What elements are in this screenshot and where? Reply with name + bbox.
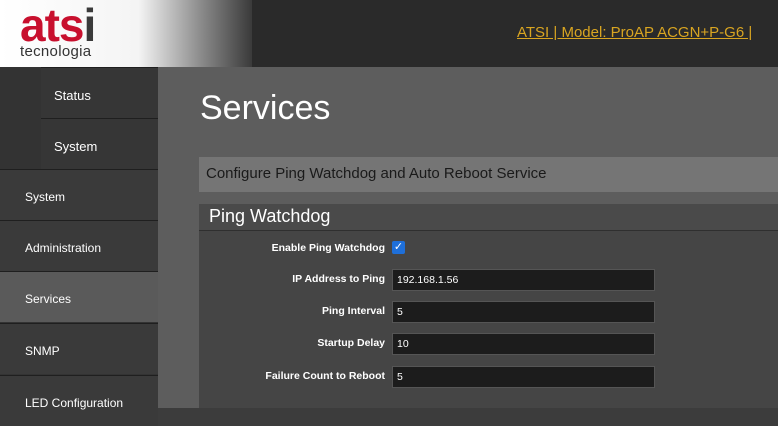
- startup-delay-row: Startup Delay 10: [199, 333, 778, 355]
- model-link[interactable]: ATSI | Model: ProAP ACGN+P-G6 |: [517, 24, 752, 41]
- sidebar-item-system[interactable]: System: [0, 169, 158, 220]
- sidebar-item-label: System: [25, 190, 66, 204]
- page-description: Configure Ping Watchdog and Auto Reboot …: [199, 157, 778, 192]
- header-links[interactable]: ATSI | Model: ProAP ACGN+P-G6 |: [517, 24, 752, 41]
- sidebar-item-led-configuration[interactable]: LED Configuration: [0, 375, 158, 426]
- enable-ping-watchdog-label: Enable Ping Watchdog: [271, 242, 385, 254]
- sidebar-item-label: Administration: [25, 241, 102, 255]
- atsi-logo[interactable]: atsi tecnologia: [0, 0, 252, 67]
- ping-watchdog-section: Ping Watchdog Enable Ping Watchdog ✓ IP …: [199, 204, 778, 408]
- ip-address-label: IP Address to Ping: [292, 273, 385, 285]
- sidebar-item-label: Status: [54, 88, 91, 103]
- logo-subtitle: tecnologia: [20, 43, 92, 60]
- sidebar: Status System System Administration Serv…: [0, 67, 620, 426]
- sidebar-item-services[interactable]: Services: [0, 271, 158, 322]
- failure-count-label: Failure Count to Reboot: [265, 370, 385, 382]
- sidebar-item-label: Services: [25, 292, 72, 306]
- sidebar-item-snmp[interactable]: SNMP: [0, 323, 158, 374]
- page-title: Services: [200, 89, 331, 127]
- failure-count-row: Failure Count to Reboot 5: [199, 366, 778, 388]
- startup-delay-label: Startup Delay: [317, 337, 385, 349]
- checkmark-icon: ✓: [393, 241, 404, 253]
- enable-ping-watchdog-row: Enable Ping Watchdog ✓: [199, 238, 778, 260]
- startup-delay-input[interactable]: 10: [392, 333, 655, 355]
- ip-address-input[interactable]: 192.168.1.56: [392, 269, 655, 291]
- sidebar-item-administration[interactable]: Administration: [0, 220, 158, 271]
- ip-address-row: IP Address to Ping 192.168.1.56: [199, 269, 778, 291]
- ping-interval-input[interactable]: 5: [392, 301, 655, 323]
- ping-interval-row: Ping Interval 5: [199, 301, 778, 323]
- sidebar-item-label: System: [54, 139, 98, 154]
- main-content: Services Configure Ping Watchdog and Aut…: [158, 67, 778, 408]
- ping-interval-label: Ping Interval: [321, 305, 385, 317]
- section-title: Ping Watchdog: [199, 204, 778, 231]
- failure-count-input[interactable]: 5: [392, 366, 655, 388]
- sidebar-item-label: SNMP: [25, 344, 60, 358]
- top-header: atsi tecnologia ATSI | Model: ProAP ACGN…: [0, 0, 778, 67]
- enable-ping-watchdog-checkbox[interactable]: ✓: [392, 241, 405, 254]
